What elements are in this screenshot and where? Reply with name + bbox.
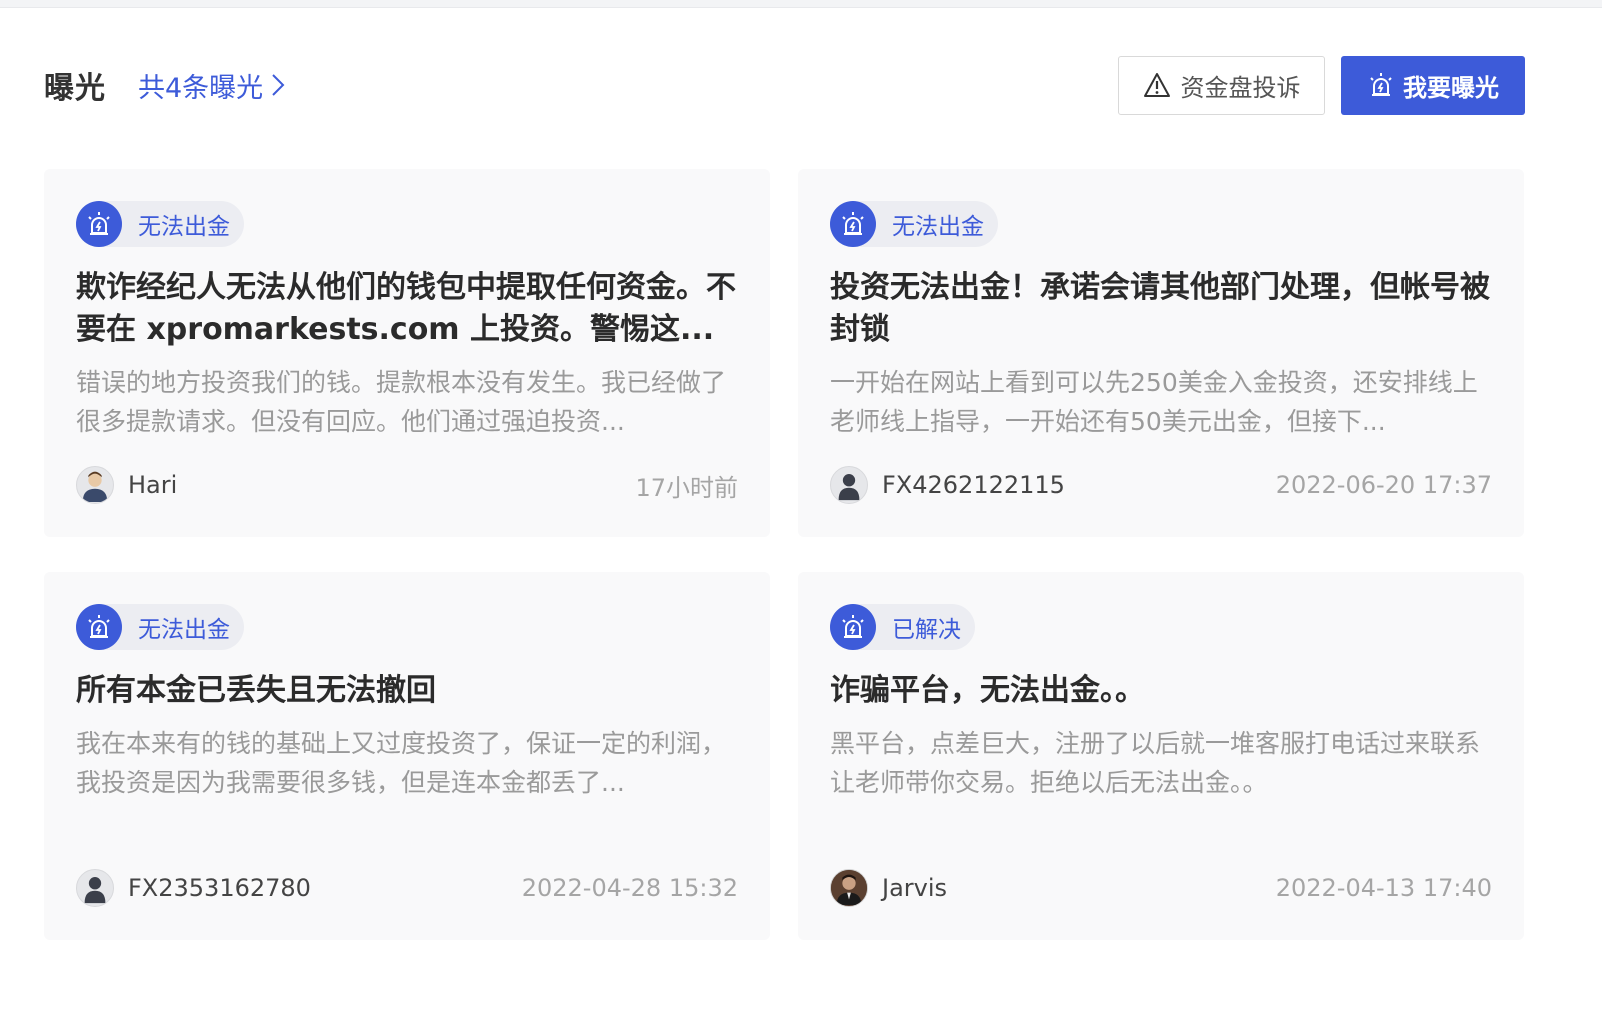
card-description: 错误的地方投资我们的钱。提款根本没有发生。我已经做了很多提款请求。但没有回应。他…	[76, 368, 727, 436]
avatar[interactable]	[76, 869, 114, 907]
user-name[interactable]: Jarvis	[882, 874, 947, 902]
section-title: 曝光	[44, 71, 106, 106]
card-footer: FX2353162780 2022-04-28 15:32	[76, 868, 738, 908]
status-tag-label: 无法出金	[138, 214, 230, 240]
post-time: 2022-04-13 17:40	[1275, 874, 1492, 902]
card-title[interactable]: 欺诈经纪人无法从他们的钱包中提取任何资金。不要在 xpromarkests.co…	[76, 267, 738, 351]
card-description: 我在本来有的钱的基础上又过度投资了，保证一定的利润，我投资是因为我需要很多钱，但…	[76, 729, 727, 797]
exposure-card[interactable]: 无法出金 所有本金已丢失且无法撤回 我在本来有的钱的基础上又过度投资了，保证一定…	[44, 572, 770, 940]
status-tag-label: 无法出金	[892, 214, 984, 240]
exposure-count-label: 共4条曝光	[138, 72, 264, 104]
post-time: 17小时前	[635, 473, 738, 502]
alarm-siren-icon	[1370, 73, 1392, 96]
exposure-card[interactable]: 已解决 诈骗平台，无法出金。。 黑平台，点差巨大，注册了以后就一堆客服打电话过来…	[798, 572, 1524, 940]
complaint-button-label: 资金盘投诉	[1180, 73, 1301, 102]
fund-scheme-complaint-button[interactable]: 资金盘投诉	[1118, 55, 1325, 115]
chevron-right-icon	[271, 73, 285, 97]
status-tag-label: 已解决	[892, 617, 961, 643]
avatar[interactable]	[830, 466, 868, 504]
alarm-siren-icon	[830, 604, 876, 650]
top-divider	[0, 0, 1602, 8]
card-footer: Jarvis 2022-04-13 17:40	[830, 868, 1492, 908]
exposure-header: 曝光 共4条曝光 资金盘投诉 我要曝光	[44, 55, 1525, 115]
user-name[interactable]: FX4262122115	[882, 471, 1065, 499]
alarm-siren-icon	[76, 604, 122, 650]
user-name[interactable]: FX2353162780	[128, 874, 311, 902]
exposure-count-link[interactable]: 共4条曝光	[138, 66, 285, 105]
expose-button-label: 我要曝光	[1403, 73, 1499, 102]
warning-triangle-icon	[1143, 73, 1170, 97]
status-tag-label: 无法出金	[138, 617, 230, 643]
user-name[interactable]: Hari	[128, 471, 177, 499]
card-title[interactable]: 投资无法出金！承诺会请其他部门处理，但帐号被封锁	[830, 267, 1492, 351]
card-title[interactable]: 诈骗平台，无法出金。。	[830, 670, 1492, 712]
card-description: 一开始在网站上看到可以先250美金入金投资，还安排线上老师线上指导，一开始还有5…	[830, 368, 1478, 436]
post-time: 2022-04-28 15:32	[521, 874, 738, 902]
avatar[interactable]	[76, 466, 114, 504]
exposure-card[interactable]: 无法出金 欺诈经纪人无法从他们的钱包中提取任何资金。不要在 xpromarkes…	[44, 169, 770, 537]
alarm-siren-icon	[830, 201, 876, 247]
status-tag: 无法出金	[830, 201, 998, 247]
exposure-card[interactable]: 无法出金 投资无法出金！承诺会请其他部门处理，但帐号被封锁 一开始在网站上看到可…	[798, 169, 1524, 537]
card-footer: Hari 17小时前	[76, 465, 738, 505]
avatar[interactable]	[830, 869, 868, 907]
status-tag: 无法出金	[76, 201, 244, 247]
post-time: 2022-06-20 17:37	[1275, 471, 1492, 499]
alarm-siren-icon	[76, 201, 122, 247]
card-footer: FX4262122115 2022-06-20 17:37	[830, 465, 1492, 505]
card-description: 黑平台，点差巨大，注册了以后就一堆客服打电话过来联系让老师带你交易。拒绝以后无法…	[830, 729, 1481, 797]
status-tag: 已解决	[830, 604, 975, 650]
card-title[interactable]: 所有本金已丢失且无法撤回	[76, 670, 738, 712]
expose-button[interactable]: 我要曝光	[1341, 55, 1525, 115]
status-tag: 无法出金	[76, 604, 244, 650]
